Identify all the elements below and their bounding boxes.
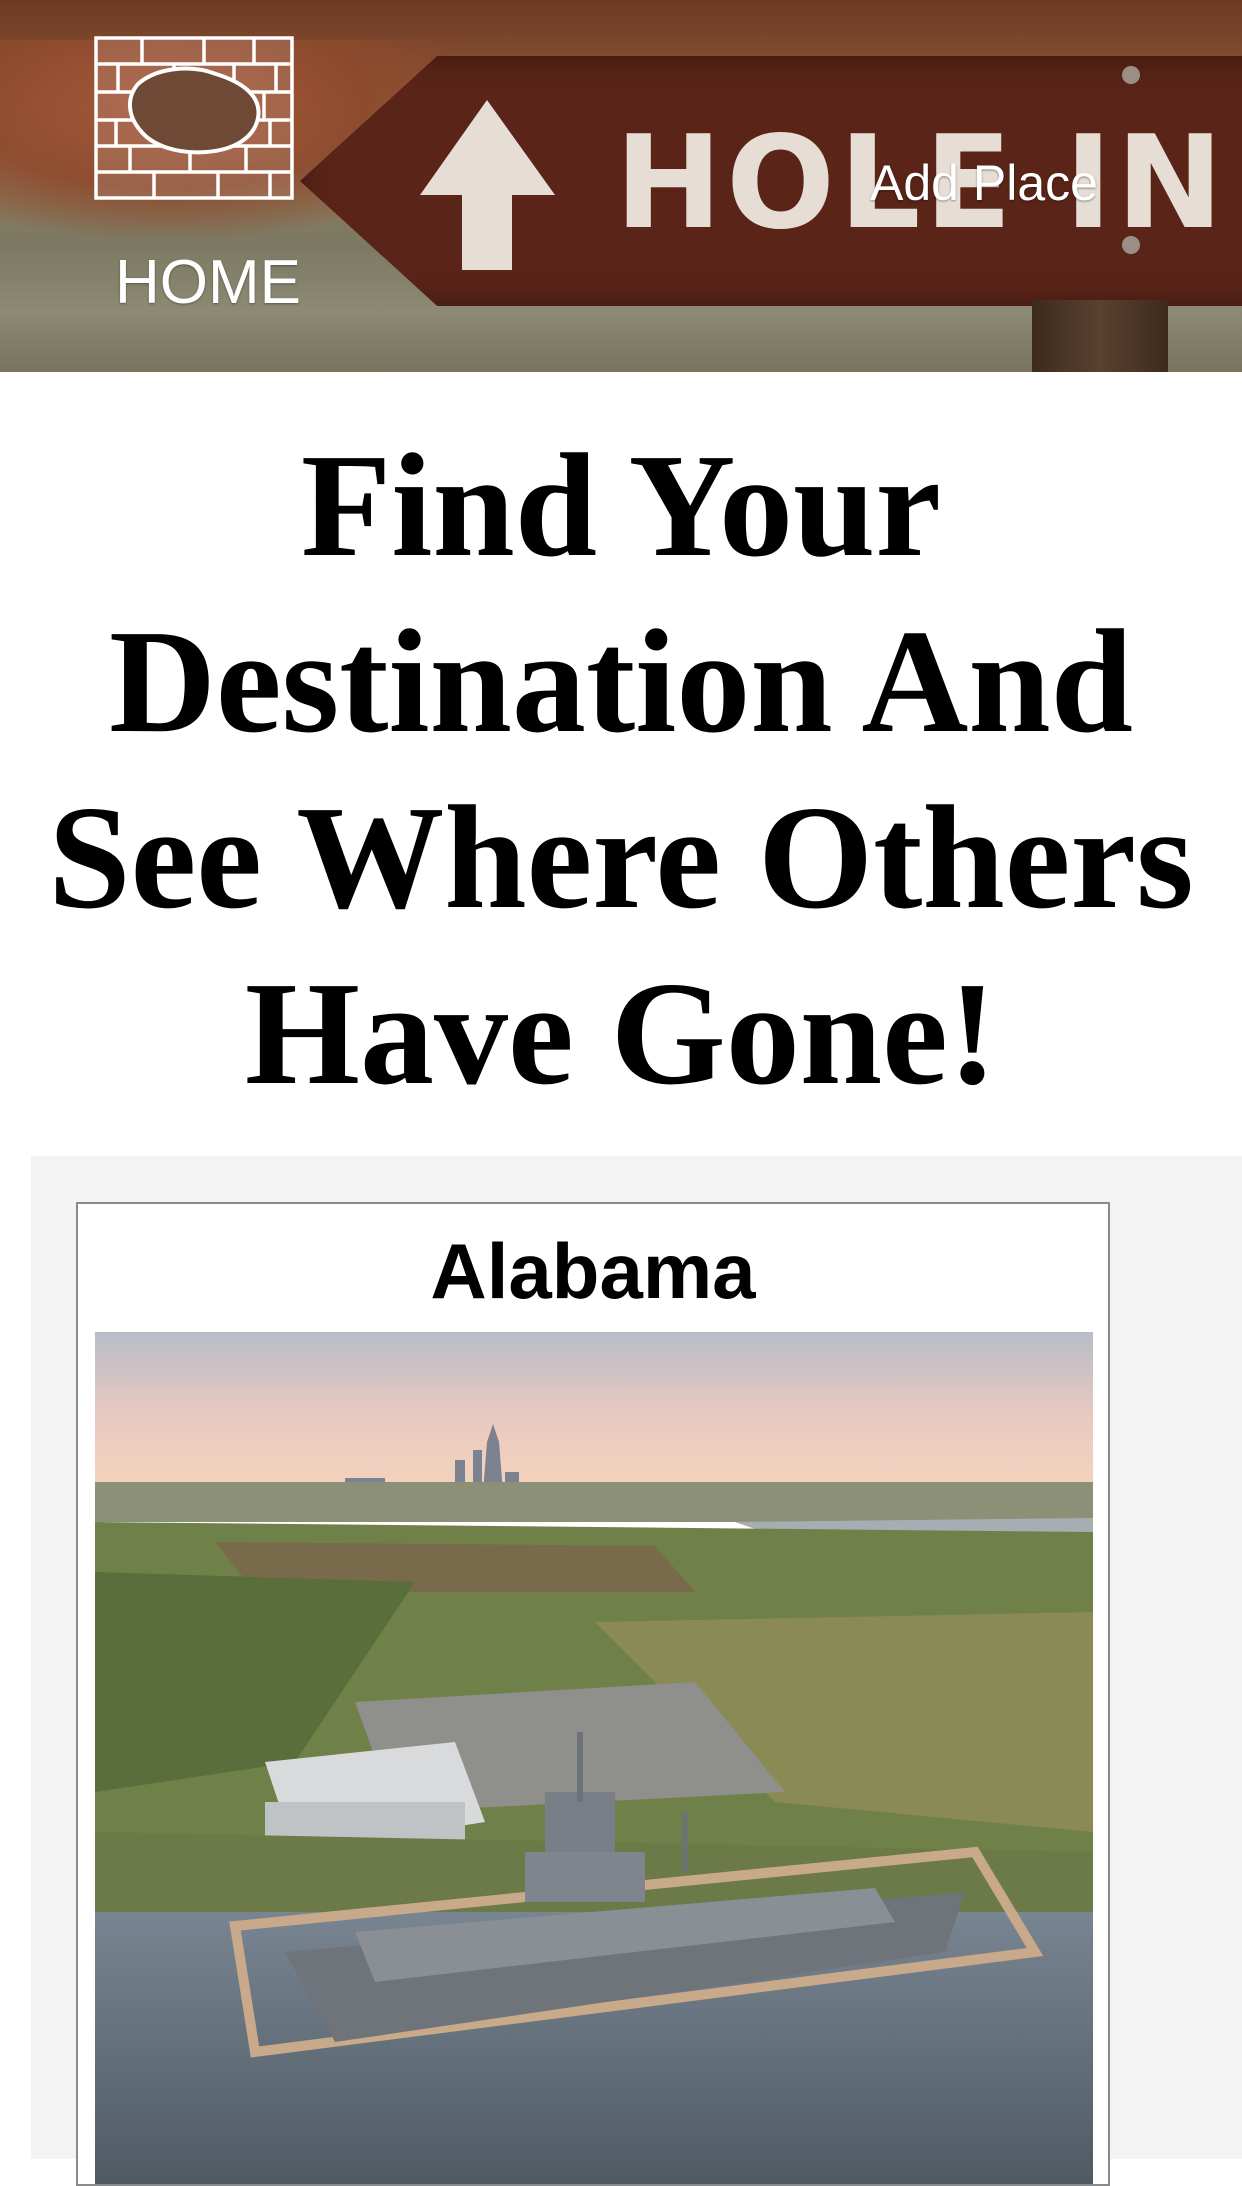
header-banner: HOLE IN TH HOME Add Place bbox=[0, 0, 1242, 372]
destination-card-alabama[interactable]: Alabama bbox=[76, 1202, 1110, 2186]
sign-bolt bbox=[1122, 66, 1140, 84]
destination-photo[interactable] bbox=[95, 1332, 1093, 2184]
home-link[interactable]: HOME bbox=[115, 252, 301, 314]
card-title: Alabama bbox=[430, 1227, 756, 1315]
stone-wall-hole-icon[interactable] bbox=[94, 34, 296, 202]
page-headline: Find Your Destination And See Where Othe… bbox=[48, 424, 1194, 1116]
sign-post bbox=[1032, 300, 1168, 372]
up-arrow-icon bbox=[420, 100, 555, 270]
add-place-link[interactable]: Add Place bbox=[870, 158, 1098, 208]
sign-bolt bbox=[1122, 236, 1140, 254]
